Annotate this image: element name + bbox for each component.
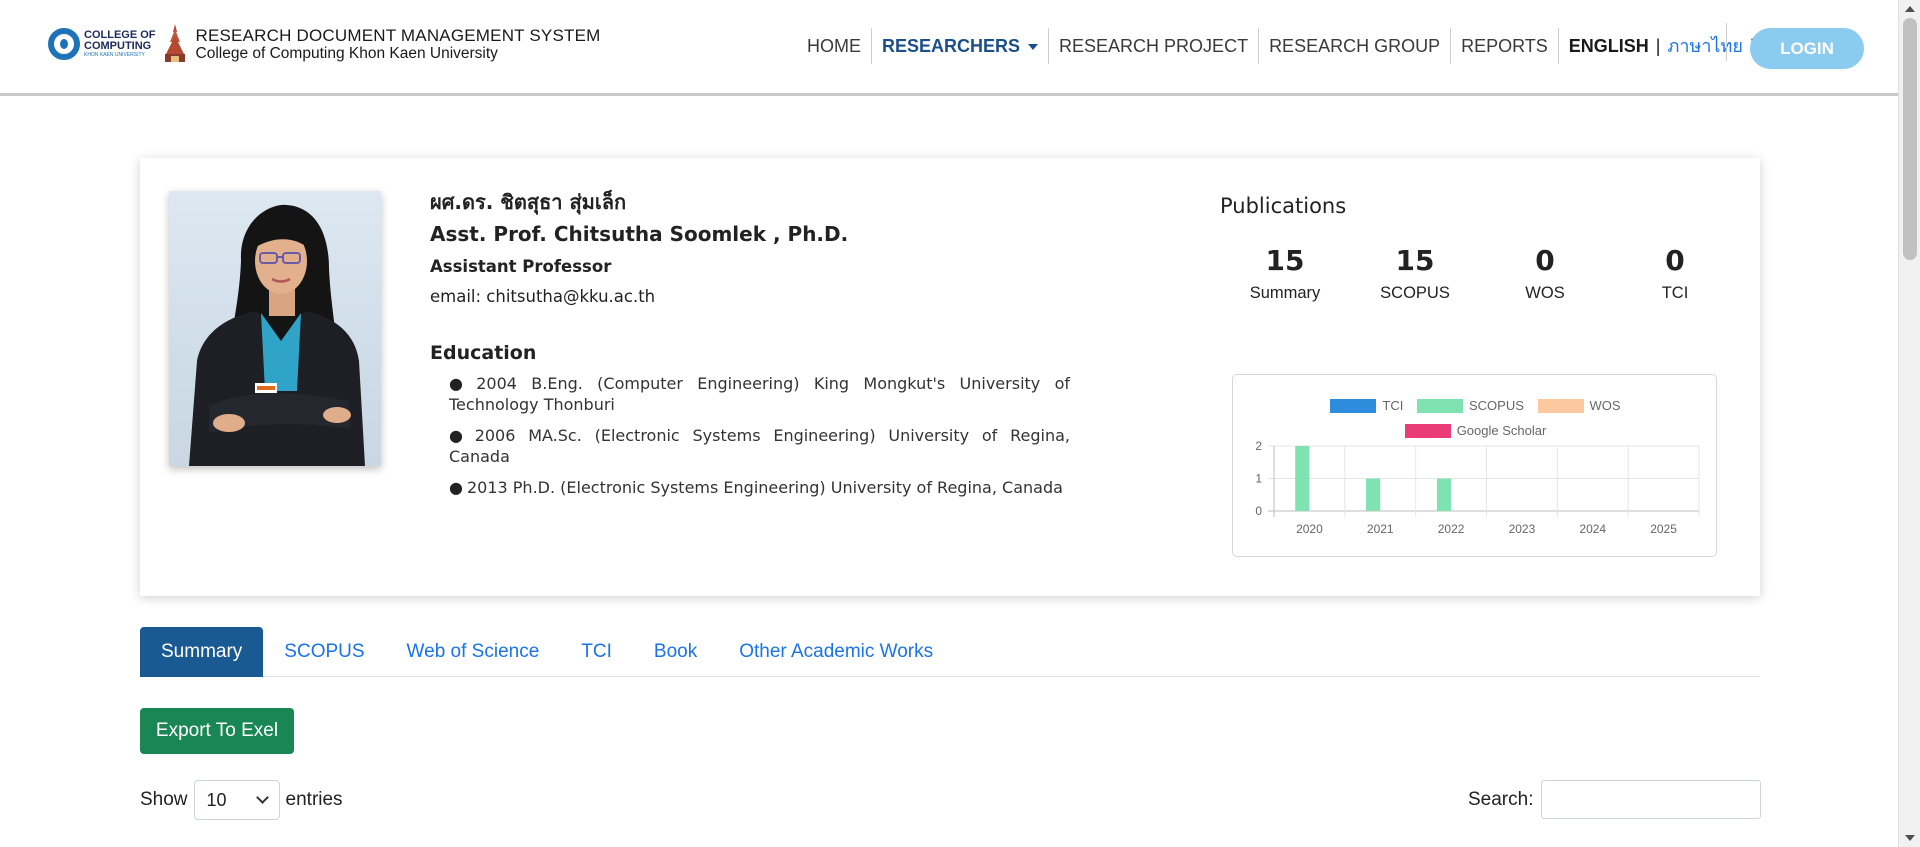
bullet-icon: ● xyxy=(449,478,463,497)
stat-value: 0 xyxy=(1535,244,1555,277)
education-item: ● 2013 Ph.D. (Electronic Systems Engineer… xyxy=(449,477,1070,498)
table-search: Search: xyxy=(1468,780,1762,819)
researcher-name-english: Asst. Prof. Chitsutha Soomlek , Ph.D. xyxy=(430,222,849,246)
publication-stats: 15 Summary 15 SCOPUS 0 WOS 0 TCI xyxy=(1220,241,1740,303)
logo-line-1: COLLEGE OF xyxy=(84,28,156,41)
bullet-icon: ● xyxy=(449,374,473,393)
lang-thai[interactable]: ภาษาไทย xyxy=(1667,28,1742,64)
main-nav: HOME RESEARCHERS RESEARCH PROJECT RESEAR… xyxy=(797,28,1816,64)
logo-line-2: COMPUTING xyxy=(84,39,152,52)
stat-value: 15 xyxy=(1265,244,1305,277)
page-scrollbar[interactable] xyxy=(1898,0,1920,847)
nav-researchers-label: RESEARCHERS xyxy=(882,36,1021,56)
tab-book[interactable]: Book xyxy=(633,627,718,677)
tab-scopus[interactable]: SCOPUS xyxy=(263,627,385,677)
publications-chart: TCI SCOPUS WOS Google Scholar 0 1 2 2020 202… xyxy=(1232,374,1717,557)
researcher-profile-card: ผศ.ดร. ชิตสุธา สุ่มเล็ก Asst. Prof. Chit… xyxy=(140,158,1760,596)
stat-scopus: 15 SCOPUS xyxy=(1350,241,1480,303)
y-tick-label: 0 xyxy=(1255,504,1262,518)
stat-tci: 0 TCI xyxy=(1610,241,1740,303)
education-item: ● 2006 MA.Sc. (Electronic Systems Enginee… xyxy=(449,425,1070,467)
publications-heading: Publications xyxy=(1220,194,1347,218)
scroll-up-arrow-icon[interactable] xyxy=(1905,6,1915,12)
caret-down-icon xyxy=(1028,44,1039,51)
x-tick-label: 2025 xyxy=(1650,522,1677,536)
tab-web-of-science[interactable]: Web of Science xyxy=(386,627,561,677)
chart-plot: 0 1 2 2020 2021 2022 2023 2024 2025 xyxy=(1255,439,1700,536)
education-heading: Education xyxy=(430,342,537,364)
education-list: ● 2004 B.Eng. (Computer Engineering) King… xyxy=(430,373,1070,498)
stat-label: SCOPUS xyxy=(1380,284,1450,302)
show-label: Show xyxy=(140,789,188,810)
x-tick-label: 2021 xyxy=(1367,522,1394,536)
cc-logo-icon xyxy=(48,28,80,60)
researcher-email: email: chitsutha@kku.ac.th xyxy=(430,287,656,306)
portrait-image xyxy=(189,204,365,466)
stat-wos: 0 WOS xyxy=(1480,241,1610,303)
education-text: 2004 B.Eng. (Computer Engineering) King … xyxy=(449,374,1071,414)
nav-home[interactable]: HOME xyxy=(797,28,872,64)
search-input[interactable] xyxy=(1541,780,1762,819)
x-tick-label: 2024 xyxy=(1579,522,1606,536)
education-item: ● 2004 B.Eng. (Computer Engineering) King… xyxy=(449,373,1070,415)
x-tick-label: 2022 xyxy=(1438,522,1465,536)
x-tick-label: 2020 xyxy=(1296,522,1323,536)
stat-label: TCI xyxy=(1661,284,1689,302)
y-tick-label: 1 xyxy=(1255,472,1262,486)
chart-bar-scopus xyxy=(1295,446,1310,511)
login-button[interactable]: LOGIN xyxy=(1750,28,1864,69)
entries-length-control: Show 10 entries xyxy=(140,780,343,820)
researcher-info: ผศ.ดร. ชิตสุธา สุ่มเล็ก Asst. Prof. Chit… xyxy=(430,188,1070,508)
x-tick-label: 2023 xyxy=(1509,522,1536,536)
nav-research-project[interactable]: RESEARCH PROJECT xyxy=(1049,28,1260,64)
logo-line-3: KHON KAEN UNIVERSITY xyxy=(84,51,145,58)
site-subtitle: College of Computing Khon Kaen Universit… xyxy=(195,45,498,62)
researcher-photo xyxy=(169,191,381,466)
lang-separator: | xyxy=(1655,36,1661,56)
nav-reports[interactable]: REPORTS xyxy=(1451,28,1559,64)
nav-researchers-dropdown[interactable]: RESEARCHERS xyxy=(872,28,1050,64)
stat-summary: 15 Summary xyxy=(1220,241,1350,303)
lang-english[interactable]: ENGLISH xyxy=(1569,28,1649,64)
y-tick-label: 2 xyxy=(1255,439,1262,453)
chart-bar-scopus xyxy=(1366,478,1381,511)
entries-select[interactable]: 10 xyxy=(193,780,280,820)
entries-value: 10 xyxy=(206,789,227,810)
nav-research-group[interactable]: RESEARCH GROUP xyxy=(1259,28,1452,64)
nav-divider xyxy=(1726,23,1727,61)
stat-value: 15 xyxy=(1395,244,1435,277)
kku-emblem-icon xyxy=(164,24,185,62)
site-title: RESEARCH DOCUMENT MANAGEMENT SYSTEM xyxy=(195,26,601,45)
search-label: Search: xyxy=(1468,788,1534,810)
chart-bar-scopus xyxy=(1436,478,1452,511)
chevron-down-icon xyxy=(255,791,269,804)
bullet-icon: ● xyxy=(449,426,471,445)
export-to-excel-button[interactable]: Export To Exel xyxy=(140,708,294,754)
stat-label: Summary xyxy=(1249,284,1321,302)
education-text: 2006 MA.Sc. (Electronic Systems Engineer… xyxy=(449,426,1070,466)
college-of-computing-logo: COLLEGE OF COMPUTING KHON KAEN UNIVERSIT… xyxy=(48,28,156,60)
brand[interactable]: COLLEGE OF COMPUTING KHON KAEN UNIVERSIT… xyxy=(48,24,600,64)
stat-value: 0 xyxy=(1665,244,1685,277)
researcher-name-thai: ผศ.ดร. ชิตสุธา สุ่มเล็ก xyxy=(430,190,627,214)
tab-tci[interactable]: TCI xyxy=(560,627,633,677)
publications-summary: Publications 15 Summary 15 SCOPUS 0 WOS … xyxy=(1220,188,1740,303)
scrollbar-thumb[interactable] xyxy=(1903,18,1917,260)
tab-other-academic-works[interactable]: Other Academic Works xyxy=(718,627,954,677)
top-navbar: COLLEGE OF COMPUTING KHON KAEN UNIVERSIT… xyxy=(0,0,1898,96)
publication-tabs: Summary SCOPUS Web of Science TCI Book O… xyxy=(140,627,1760,677)
education-text: 2013 Ph.D. (Electronic Systems Engineeri… xyxy=(466,478,1063,497)
entries-label: entries xyxy=(285,789,343,810)
researcher-position: Assistant Professor xyxy=(430,257,612,276)
stat-label: WOS xyxy=(1525,284,1565,302)
tab-summary[interactable]: Summary xyxy=(140,627,264,677)
scroll-down-arrow-icon[interactable] xyxy=(1905,835,1915,841)
